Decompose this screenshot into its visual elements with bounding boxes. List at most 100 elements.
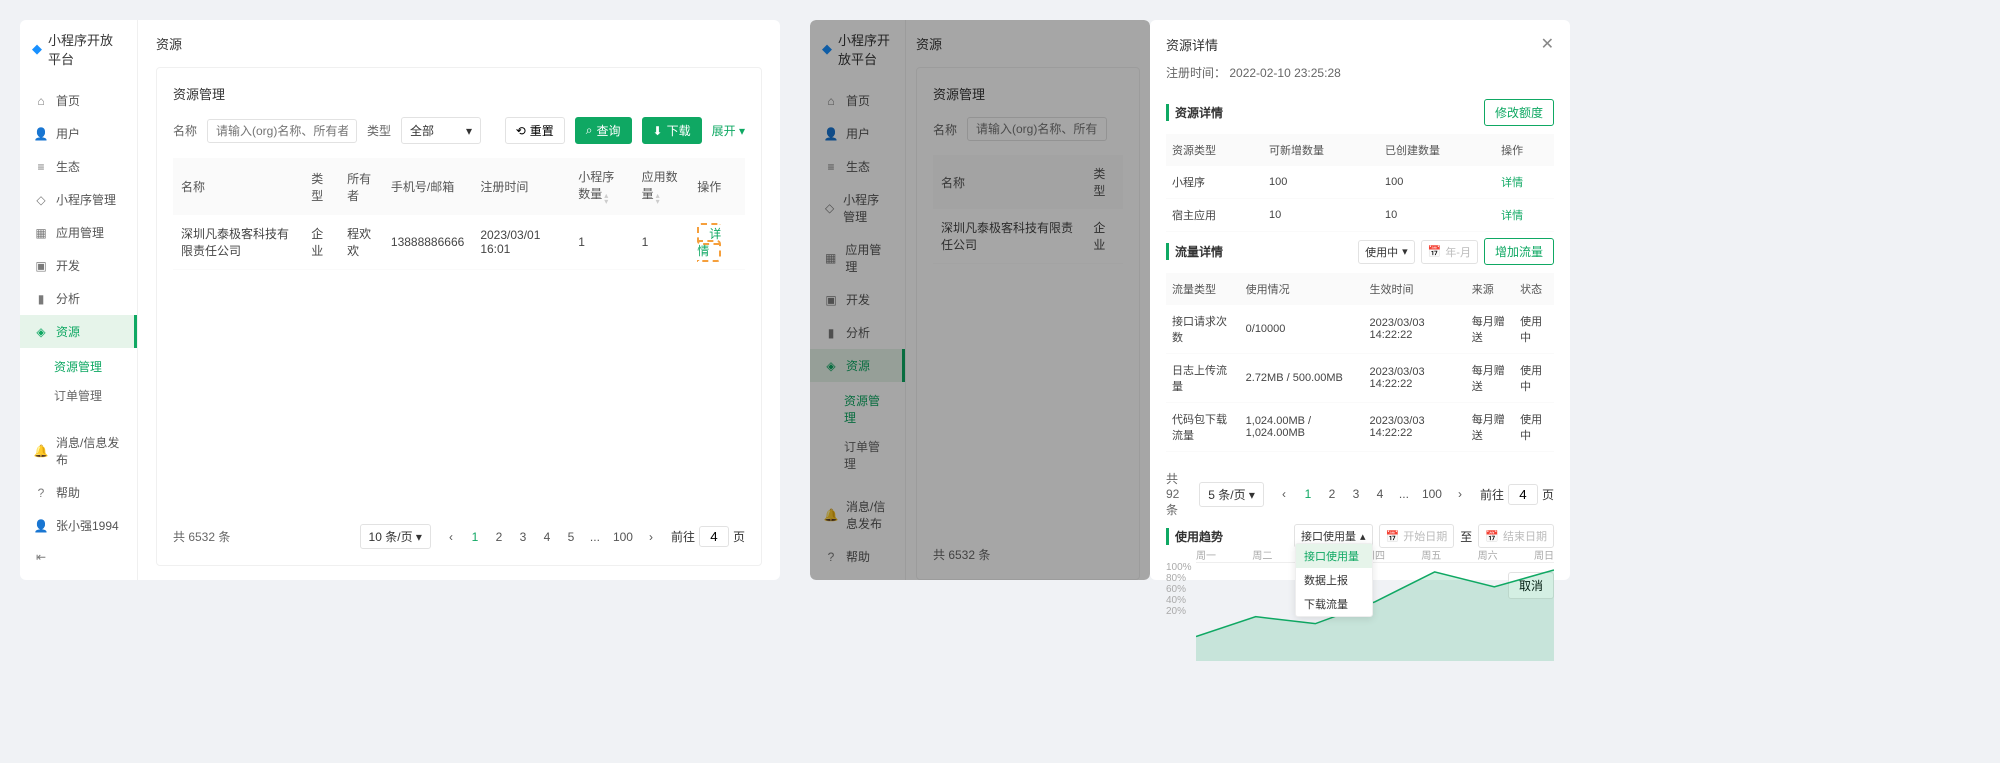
table-row: 深圳凡泰极客科技有限责任公司 企业 程欢欢 13888886666 2023/0… [173, 215, 745, 270]
add-flow-button[interactable]: 增加流量 [1484, 238, 1554, 265]
res-row: 小程序 100 100 详情 [1166, 166, 1554, 199]
flow-status-select[interactable]: 使用中 ▾ [1358, 240, 1415, 264]
pg-total: 共 6532 条 [173, 528, 350, 545]
pg-prev[interactable]: ‹ [1274, 485, 1294, 503]
pg-page[interactable]: 2 [489, 528, 509, 546]
pg-next[interactable]: › [641, 528, 661, 546]
nav-user[interactable]: 👤张小强1994 [20, 509, 137, 542]
detail-link[interactable]: 详情 [1501, 177, 1523, 189]
select-value: 使用中 [1365, 244, 1398, 260]
nav-resources[interactable]: ◈资源 [20, 315, 137, 348]
flow-row: 日志上传流量2.72MB / 500.00MB2023/03/03 14:22:… [1166, 354, 1554, 403]
pg-page[interactable]: 4 [1370, 485, 1390, 503]
cell-phone: 13888886666 [383, 215, 472, 270]
flow-date-picker[interactable]: 📅年-月 [1421, 240, 1478, 264]
search-button[interactable]: ⌕查询 [575, 117, 632, 144]
trend-metric-select[interactable]: 接口使用量 ▴ 接口使用量 数据上报 下载流量 [1294, 524, 1373, 548]
filter-type-select[interactable]: 全部▾ [401, 117, 481, 144]
pg-page[interactable]: 100 [1418, 485, 1446, 503]
th-app[interactable]: 应用数量▴▾ [634, 158, 690, 215]
nav-analytics[interactable]: ▮分析 [20, 282, 137, 315]
pg-page[interactable]: 1 [1298, 485, 1318, 503]
pg-page[interactable]: 2 [1322, 485, 1342, 503]
th: 操作 [1495, 134, 1554, 166]
dropdown-option[interactable]: 数据上报 [1296, 568, 1372, 592]
pg-page[interactable]: 1 [465, 528, 485, 546]
cell: 0/10000 [1240, 305, 1364, 354]
res-section-title: 资源详情 [1166, 104, 1223, 121]
detail-link[interactable]: 详情 [697, 223, 721, 262]
dropdown-option[interactable]: 接口使用量 [1296, 544, 1372, 568]
pg-next[interactable]: › [1450, 485, 1470, 503]
cell: 2023/03/03 14:22:22 [1364, 305, 1466, 354]
sort-icon: ▴▾ [656, 193, 660, 205]
expand-link[interactable]: 展开 ▾ [712, 122, 745, 139]
nav-msg[interactable]: 🔔消息/信息发布 [20, 426, 137, 476]
pg-jump: 前往 页 [1480, 484, 1554, 505]
pg-page[interactable]: 5 [561, 528, 581, 546]
filter-name-input[interactable] [207, 119, 357, 143]
cell-name: 深圳凡泰极客科技有限责任公司 [173, 215, 303, 270]
nav-collapse[interactable]: ⇤ [20, 542, 137, 572]
th: 已创建数量 [1379, 134, 1495, 166]
pg-page[interactable]: 3 [1346, 485, 1366, 503]
trend-end-date[interactable]: 📅结束日期 [1478, 524, 1554, 548]
pg-size-select[interactable]: 5 条/页 ▾ [1199, 482, 1264, 507]
sub-nav: 资源管理 订单管理 [20, 348, 137, 414]
edit-quota-button[interactable]: 修改额度 [1484, 99, 1554, 126]
dropdown-option[interactable]: 下载流量 [1296, 592, 1372, 616]
trend-section-hd: 使用趋势 接口使用量 ▴ 接口使用量 数据上报 下载流量 📅开始日期 至 📅结束… [1166, 524, 1554, 548]
date-placeholder: 结束日期 [1503, 528, 1547, 544]
pg-page[interactable]: 100 [609, 528, 637, 546]
pg-jump-input[interactable] [699, 526, 729, 547]
nav-apps[interactable]: ▦应用管理 [20, 216, 137, 249]
nav-label: 小程序管理 [56, 191, 116, 208]
cell: 每月赠送 [1466, 305, 1514, 354]
pg-jump-input[interactable] [1508, 484, 1538, 505]
sub-nav-res-mgmt[interactable]: 资源管理 [20, 352, 137, 381]
nav-help[interactable]: ?帮助 [20, 476, 137, 509]
reset-button[interactable]: ⟲重置 [505, 117, 565, 144]
flow-pagination: 共 92 条 5 条/页 ▾ ‹ 1 2 3 4 ... 100 › 前往 页 [1166, 458, 1554, 518]
th: 流量类型 [1166, 273, 1240, 305]
trend-start-date[interactable]: 📅开始日期 [1379, 524, 1455, 548]
select-value: 全部 [410, 122, 434, 139]
drawer-header: 资源详情 ✕ [1166, 34, 1554, 54]
dev-icon: ▣ [34, 259, 48, 273]
pg-page[interactable]: 4 [537, 528, 557, 546]
nav-mini[interactable]: ◇小程序管理 [20, 183, 137, 216]
th-type: 类型 [303, 158, 339, 215]
logo: ◆ 小程序开放平台 [20, 20, 137, 78]
flow-section-title: 流量详情 [1166, 243, 1223, 260]
avatar-icon: 👤 [34, 519, 48, 533]
cell-action: 详情 [689, 215, 745, 270]
pg-page[interactable]: 3 [513, 528, 533, 546]
nav-dev[interactable]: ▣开发 [20, 249, 137, 282]
cell: 每月赠送 [1466, 403, 1514, 452]
sort-icon: ▴▾ [604, 193, 608, 205]
pg-prev[interactable]: ‹ [441, 528, 461, 546]
collapse-icon: ⇤ [34, 550, 48, 564]
nav-home[interactable]: ⌂首页 [20, 84, 137, 117]
download-button[interactable]: ⬇下载 [642, 117, 702, 144]
pg-size-select[interactable]: 10 条/页 ▾ [360, 524, 431, 549]
nav-users[interactable]: 👤用户 [20, 117, 137, 150]
home-icon: ⌂ [34, 94, 48, 108]
detail-link[interactable]: 详情 [1501, 210, 1523, 222]
chart-area [1196, 562, 1554, 661]
chart-icon: ▮ [34, 292, 48, 306]
th-mini[interactable]: 小程序数量▴▾ [570, 158, 633, 215]
help-icon: ? [34, 486, 48, 500]
sub-nav-orders[interactable]: 订单管理 [20, 381, 137, 410]
pg-size-label: 10 条/页 [369, 530, 413, 544]
close-button[interactable]: ✕ [1541, 34, 1554, 54]
nav-eco[interactable]: ≡生态 [20, 150, 137, 183]
filter-row: 名称 类型 全部▾ ⟲重置 ⌕查询 ⬇下载 展开 ▾ [173, 117, 745, 144]
btn-label: 查询 [597, 122, 621, 139]
sidebar: ◆ 小程序开放平台 ⌂首页 👤用户 ≡生态 ◇小程序管理 ▦应用管理 ▣开发 ▮… [20, 20, 138, 580]
right-composite: ◆小程序开放平台 ⌂首页 👤用户 ≡生态 ◇小程序管理 ▦应用管理 ▣开发 ▮分… [810, 20, 1570, 580]
filter-name-label: 名称 [173, 122, 197, 139]
sidebar-footer: 🔔消息/信息发布 ?帮助 👤张小强1994 ⇤ [20, 418, 137, 580]
cell-app: 1 [634, 215, 690, 270]
nav-label: 消息/信息发布 [56, 434, 123, 468]
